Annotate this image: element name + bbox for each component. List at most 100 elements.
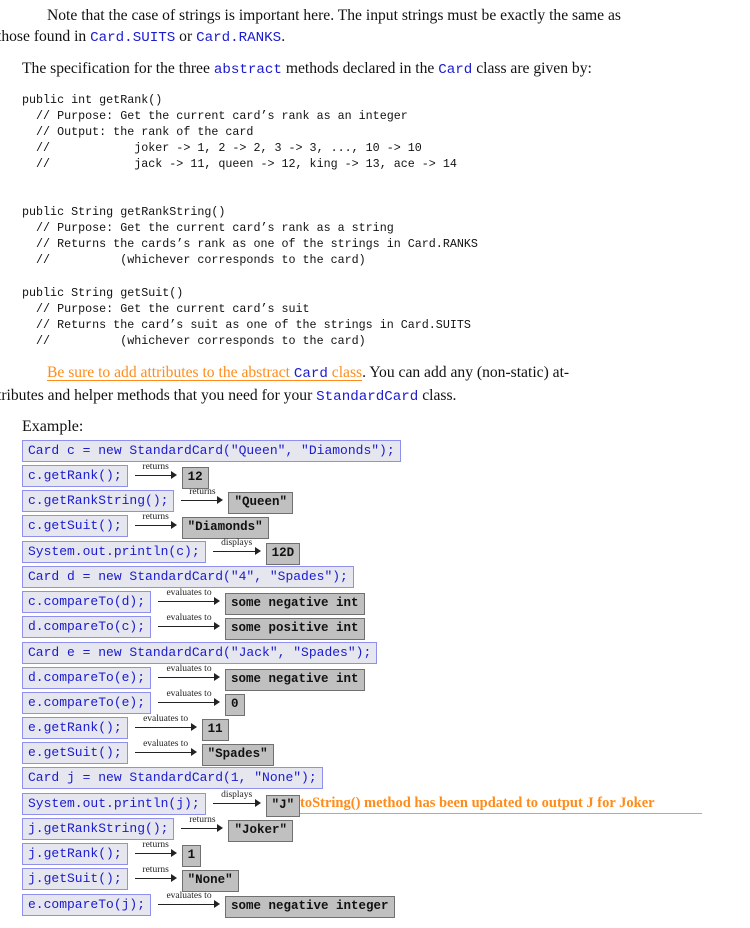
getsuit-spec: public String getSuit() // Purpose: Get … xyxy=(22,286,471,348)
joker-tostring-note: toString() method has been updated to ou… xyxy=(300,795,702,814)
reminder-text: . You can add any (non-static) at- xyxy=(362,364,570,381)
arrow-line xyxy=(158,601,217,602)
reminder-highlight-suffix: class xyxy=(327,364,363,381)
arrow-line xyxy=(134,853,173,854)
arrow-icon: evaluates to xyxy=(134,714,197,740)
code-call: e.compareTo(e); xyxy=(22,692,152,714)
example-row: j.getRankString(); returns "Joker" xyxy=(22,815,293,842)
card-class-reference: Card xyxy=(293,366,328,382)
arrow-label: evaluates to xyxy=(143,714,189,724)
arrow-line xyxy=(158,702,217,703)
arrow-line xyxy=(134,525,173,526)
arrow-icon: returns xyxy=(134,840,177,866)
arrow-line xyxy=(181,828,220,829)
example-row: Card d = new StandardCard("4", "Spades")… xyxy=(22,565,354,589)
arrow-icon: returns xyxy=(181,815,224,841)
result-box: "Spades" xyxy=(201,743,274,766)
arrow-icon: displays xyxy=(212,538,261,564)
arrow-icon: displays xyxy=(212,790,261,816)
code-call: System.out.println(c); xyxy=(22,541,206,563)
arrow-label: evaluates to xyxy=(166,613,212,623)
example-row: c.compareTo(d); evaluates to some negative… xyxy=(22,588,365,615)
arrow-line xyxy=(134,475,173,476)
card-class-reference: Card xyxy=(438,62,473,78)
arrow-head xyxy=(214,673,221,681)
arrow-line xyxy=(212,803,257,804)
example-row: c.getSuit(); returns "Diamonds" xyxy=(22,512,269,539)
arrow-label: displays xyxy=(221,790,253,800)
result-box: "J" xyxy=(265,794,301,817)
arrow-line xyxy=(134,878,173,879)
reminder-paragraph: Be sure to add attributes to the abstrac… xyxy=(0,362,722,408)
arrow-icon: returns xyxy=(134,865,177,891)
reminder-highlight-text: Be sure to add attributes to the abstrac… xyxy=(47,364,294,381)
ranks-reference: Card.RANKS xyxy=(196,30,282,46)
arrow-line xyxy=(158,904,217,905)
example-row: e.getRank(); evaluates to 11 xyxy=(22,714,229,741)
code-call: c.compareTo(d); xyxy=(22,591,152,613)
suits-reference: Card.SUITS xyxy=(90,30,176,46)
code-call: d.compareTo(e); xyxy=(22,667,152,689)
example-row: Card c = new StandardCard("Queen", "Diam… xyxy=(22,439,401,463)
result-box: 12 xyxy=(181,466,209,489)
arrow-label: evaluates to xyxy=(166,891,212,901)
result-box: some positive int xyxy=(225,617,365,640)
arrow-head xyxy=(170,874,177,882)
intro-text-2: those found in xyxy=(0,28,91,45)
code-call: Card j = new StandardCard(1, "None"); xyxy=(22,767,323,789)
example-label: Example: xyxy=(22,418,84,435)
code-call: d.compareTo(c); xyxy=(22,616,152,638)
code-call: c.getRank(); xyxy=(22,465,128,487)
example-row: d.compareTo(e); evaluates to some negative… xyxy=(22,664,365,691)
result-box: some negative int xyxy=(225,668,365,691)
result-box: 11 xyxy=(201,718,229,741)
code-call: System.out.println(j); xyxy=(22,793,206,815)
result-box: "Joker" xyxy=(228,819,293,842)
arrow-head xyxy=(254,799,261,807)
spec-middle: methods declared in the xyxy=(281,60,439,77)
arrow-head xyxy=(217,824,224,832)
arrow-label: evaluates to xyxy=(166,689,212,699)
arrow-icon: evaluates to xyxy=(158,588,221,614)
example-row: e.compareTo(j); evaluates to some negative… xyxy=(22,891,395,918)
arrow-head xyxy=(190,748,197,756)
spec-prefix: The specification for the three xyxy=(22,60,214,77)
arrow-icon: evaluates to xyxy=(158,613,221,639)
result-box: "Queen" xyxy=(228,491,293,514)
arrow-icon: returns xyxy=(134,512,177,538)
result-box: "Diamonds" xyxy=(181,516,269,539)
arrow-icon: evaluates to xyxy=(158,664,221,690)
example-row: System.out.println(c); displays 12D xyxy=(22,538,301,565)
code-call: e.getRank(); xyxy=(22,717,128,739)
code-call: c.getRankString(); xyxy=(22,490,175,512)
arrow-head xyxy=(214,597,221,605)
arrow-line xyxy=(158,626,217,627)
example-row: d.compareTo(c); evaluates to some positive… xyxy=(22,613,365,640)
arrow-icon: returns xyxy=(181,487,224,513)
result-box: 1 xyxy=(181,844,202,867)
getrankstring-spec: public String getRankString() // Purpose… xyxy=(22,205,478,267)
code-call: e.getSuit(); xyxy=(22,742,128,764)
result-box: 12D xyxy=(265,542,301,565)
intro-period: . xyxy=(281,28,286,45)
example-row: c.getRankString(); returns "Queen" xyxy=(22,487,293,514)
example-row: e.getSuit(); evaluates to "Spades" xyxy=(22,739,274,766)
example-row: System.out.println(j); displays "J" xyxy=(22,790,301,817)
arrow-label: evaluates to xyxy=(143,739,189,749)
code-call: Card e = new StandardCard("Jack", "Spade… xyxy=(22,642,378,664)
example-row: j.getRank(); returns 1 xyxy=(22,840,202,867)
spec-paragraph: The specification for the three abstract… xyxy=(22,58,722,81)
arrow-line xyxy=(212,551,257,552)
arrow-head xyxy=(170,849,177,857)
arrow-head xyxy=(214,622,221,630)
arrow-head xyxy=(254,547,261,555)
standardcard-reference: StandardCard xyxy=(316,389,419,405)
example-row: c.getRank(); returns 12 xyxy=(22,462,209,489)
code-call: j.getRank(); xyxy=(22,843,128,865)
arrow-line xyxy=(181,500,220,501)
result-box: "None" xyxy=(181,869,239,892)
example-row: Card j = new StandardCard(1, "None"); xyxy=(22,766,323,790)
arrow-head xyxy=(190,723,197,731)
arrow-icon: evaluates to xyxy=(158,689,221,715)
arrow-head xyxy=(214,698,221,706)
